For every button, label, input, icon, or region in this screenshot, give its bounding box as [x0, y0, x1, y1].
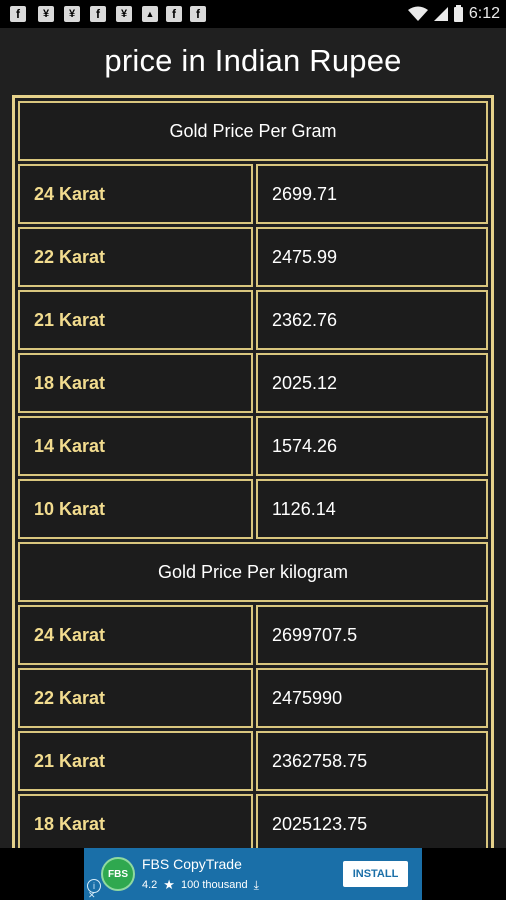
table-row: 21 Karat 2362758.75 [18, 731, 488, 791]
price-value: 2362.76 [256, 290, 488, 350]
karat-label: 22 Karat [18, 668, 253, 728]
image-icon [142, 6, 158, 22]
table-row: 22 Karat 2475990 [18, 668, 488, 728]
price-value: 2475.99 [256, 227, 488, 287]
table-row: 21 Karat 2362.76 [18, 290, 488, 350]
twitter-icon [116, 6, 132, 22]
section-header-per-kilogram: Gold Price Per kilogram [18, 542, 488, 602]
table-row: 18 Karat 2025123.75 [18, 794, 488, 854]
download-icon: ⤓ [253, 877, 259, 892]
karat-label: 24 Karat [18, 605, 253, 665]
price-value: 2362758.75 [256, 731, 488, 791]
karat-label: 10 Karat [18, 479, 253, 539]
signal-icon [433, 7, 448, 21]
table-rows: Gold Price Per Gram 24 Karat 2699.71 22 … [18, 101, 488, 855]
ad-app-name: FBS CopyTrade [142, 856, 242, 872]
facebook-icon [166, 6, 182, 22]
table-row: 24 Karat 2699.71 [18, 164, 488, 224]
wifi-icon [407, 6, 428, 21]
twitter-icon [38, 6, 54, 22]
section-header-per-gram: Gold Price Per Gram [18, 101, 488, 161]
karat-label: 18 Karat [18, 794, 253, 854]
ad-rating-row: 4.2 ★ 100 thousand ⤓ [142, 877, 259, 893]
battery-icon [453, 4, 463, 22]
price-value: 1126.14 [256, 479, 488, 539]
status-bar: 6:12 [0, 0, 506, 28]
price-value: 2475990 [256, 668, 488, 728]
price-value: 2699.71 [256, 164, 488, 224]
ad-bar: i ✕ FBS FBS CopyTrade 4.2 ★ 100 thousand… [0, 848, 506, 900]
facebook-icon [10, 6, 26, 22]
table-row: 18 Karat 2025.12 [18, 353, 488, 413]
karat-label: 14 Karat [18, 416, 253, 476]
price-value: 2025.12 [256, 353, 488, 413]
karat-label: 21 Karat [18, 731, 253, 791]
ad-downloads: 100 thousand [180, 879, 248, 891]
ad-rating: 4.2 [142, 879, 158, 891]
table-row: 14 Karat 1574.26 [18, 416, 488, 476]
price-table: Gold Price Per Gram 24 Karat 2699.71 22 … [12, 95, 494, 855]
status-right: 6:12 [407, 0, 500, 28]
page-title: price in Indian Rupee [104, 43, 402, 78]
twitter-icon [64, 6, 80, 22]
karat-label: 18 Karat [18, 353, 253, 413]
price-value: 1574.26 [256, 416, 488, 476]
ad-banner[interactable]: i ✕ FBS FBS CopyTrade 4.2 ★ 100 thousand… [84, 848, 422, 900]
close-icon[interactable]: ✕ [88, 891, 96, 900]
karat-label: 21 Karat [18, 290, 253, 350]
install-button[interactable]: INSTALL [343, 861, 408, 887]
clock: 6:12 [468, 5, 500, 22]
table-row: 24 Karat 2699707.5 [18, 605, 488, 665]
table-row: 10 Karat 1126.14 [18, 479, 488, 539]
karat-label: 24 Karat [18, 164, 253, 224]
facebook-icon [90, 6, 106, 22]
price-value: 2699707.5 [256, 605, 488, 665]
karat-label: 22 Karat [18, 227, 253, 287]
star-icon: ★ [163, 877, 175, 892]
price-value: 2025123.75 [256, 794, 488, 854]
table-row: 22 Karat 2475.99 [18, 227, 488, 287]
facebook-icon [190, 6, 206, 22]
app-logo: FBS [101, 857, 135, 891]
